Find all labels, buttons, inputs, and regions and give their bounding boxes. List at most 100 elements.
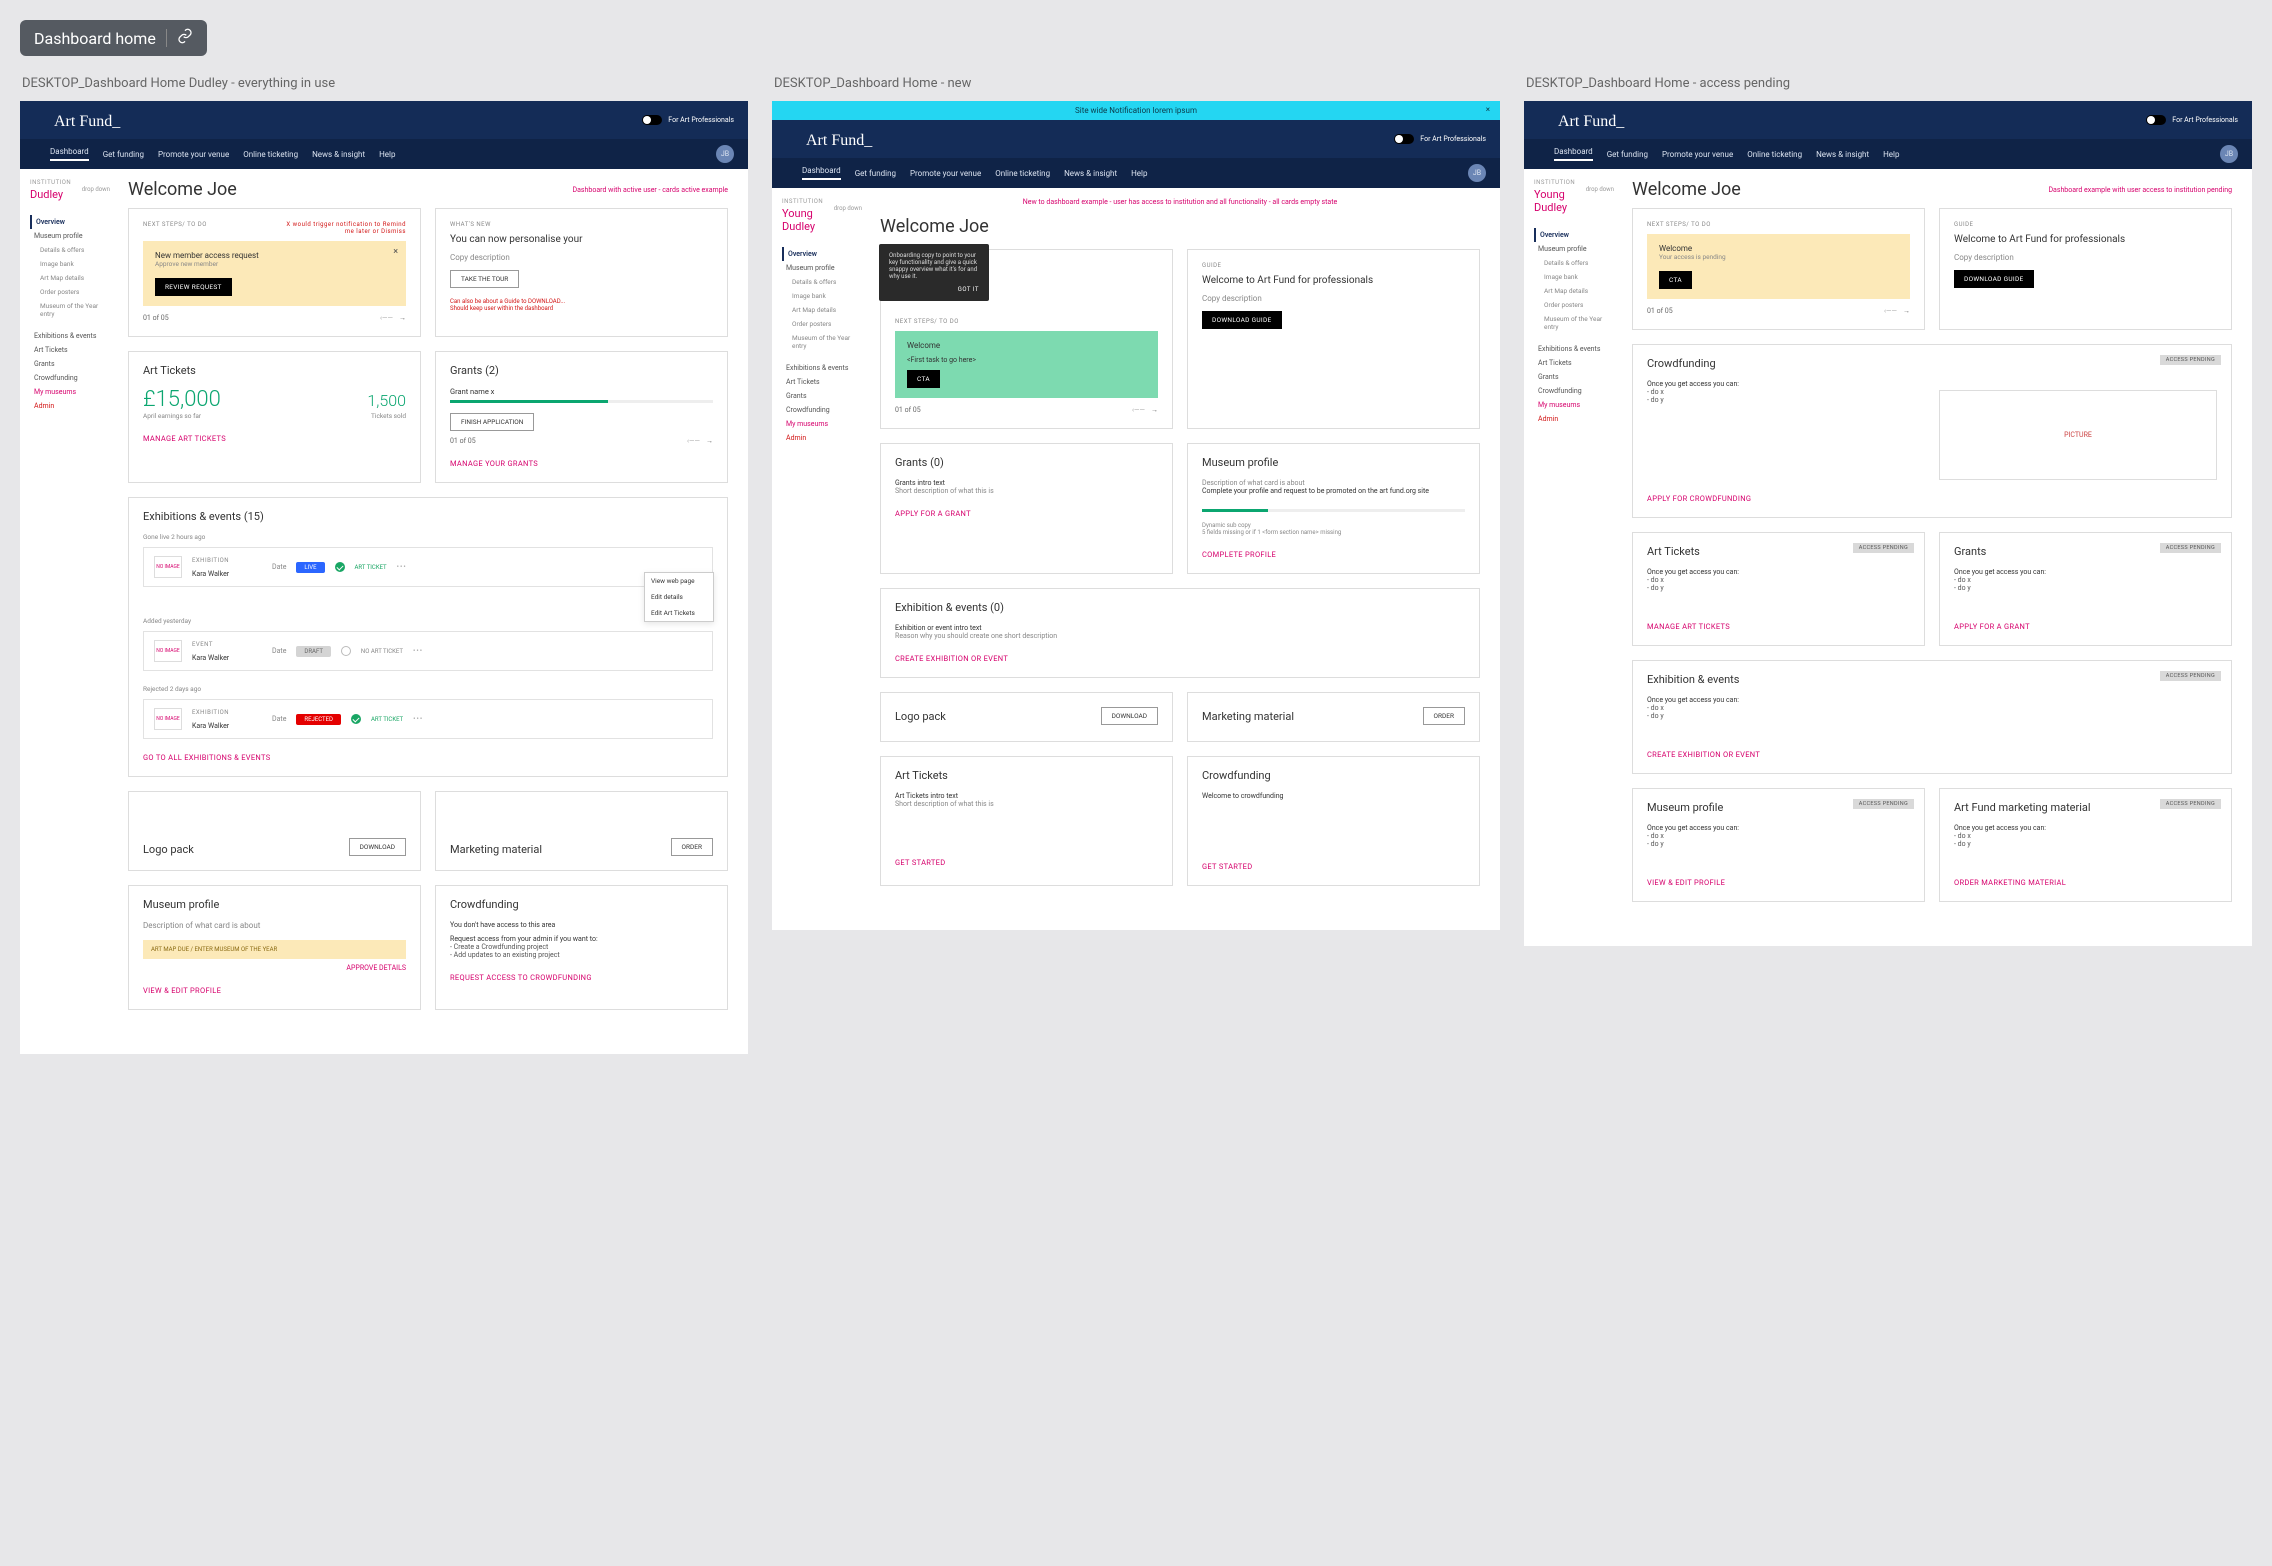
manage-tickets-link[interactable]: MANAGE ART TICKETS — [1647, 622, 1910, 631]
sidebar-sub-moty[interactable]: Museum of the Year entry — [30, 299, 110, 321]
sidebar-admin[interactable]: Admin — [1534, 412, 1614, 426]
download-guide-button[interactable]: DOWNLOAD GUIDE — [1954, 270, 2034, 288]
all-exhibitions-link[interactable]: GO TO ALL EXHIBITIONS & EVENTS — [143, 753, 713, 762]
sidebar-sub-details[interactable]: Details & offers — [1534, 256, 1614, 270]
create-exhibition-link[interactable]: CREATE EXHIBITION OR EVENT — [1647, 750, 2217, 759]
download-guide-button[interactable]: DOWNLOAD GUIDE — [1202, 311, 1282, 329]
sidebar-profile[interactable]: Museum profile — [782, 261, 862, 275]
get-started-link[interactable]: GET STARTED — [895, 858, 1158, 867]
order-button[interactable]: ORDER — [671, 838, 713, 856]
cta-button[interactable]: CTA — [1659, 271, 1692, 289]
nav-news[interactable]: News & insight — [312, 150, 365, 159]
order-marketing-link[interactable]: ORDER MARKETING MATERIAL — [1954, 878, 2217, 887]
sidebar-sub-moty[interactable]: Museum of the Year entry — [1534, 312, 1614, 334]
pager-prev-icon[interactable]: ‹—— — [380, 314, 393, 322]
brand-logo[interactable]: Art Fund_ — [1538, 109, 2238, 139]
sidebar-sub-image[interactable]: Image bank — [30, 257, 110, 271]
approve-details-link[interactable]: APPROVE DETAILS — [346, 964, 406, 972]
view-profile-link[interactable]: VIEW & EDIT PROFILE — [143, 986, 406, 995]
nav-help[interactable]: Help — [379, 150, 395, 159]
pager-prev-icon[interactable]: ‹—— — [1884, 307, 1897, 315]
menu-edit[interactable]: Edit details — [645, 589, 713, 605]
nav-promote[interactable]: Promote your venue — [910, 169, 981, 178]
cta-button[interactable]: CTA — [907, 370, 940, 388]
nav-help[interactable]: Help — [1131, 169, 1147, 178]
role-toggle[interactable] — [1394, 134, 1414, 144]
pager-next-icon[interactable]: → — [706, 437, 713, 445]
institution-dropdown[interactable]: drop down — [1586, 186, 1614, 193]
sidebar-overview[interactable]: Overview — [1534, 228, 1614, 242]
get-started-link[interactable]: GET STARTED — [1202, 862, 1465, 871]
sidebar-sub-artmap[interactable]: Art Map details — [782, 303, 862, 317]
sidebar-tickets[interactable]: Art Tickets — [782, 375, 862, 389]
apply-grant-link[interactable]: APPLY FOR A GRANT — [1954, 622, 2217, 631]
menu-view[interactable]: View web page — [645, 573, 713, 589]
pager-prev-icon[interactable]: ‹—— — [1132, 406, 1145, 414]
complete-profile-link[interactable]: COMPLETE PROFILE — [1202, 550, 1465, 559]
nav-dashboard[interactable]: Dashboard — [1554, 147, 1593, 161]
sidebar-admin[interactable]: Admin — [30, 399, 110, 413]
nav-dashboard[interactable]: Dashboard — [802, 166, 841, 180]
nav-funding[interactable]: Get funding — [103, 150, 144, 159]
menu-tickets[interactable]: Edit Art Tickets — [645, 605, 713, 621]
sidebar-sub-artmap[interactable]: Art Map details — [1534, 284, 1614, 298]
sidebar-sub-image[interactable]: Image bank — [1534, 270, 1614, 284]
create-exhibition-link[interactable]: CREATE EXHIBITION OR EVENT — [895, 654, 1465, 663]
event-row[interactable]: NO IMAGE EVENT Kara Walker Date DRAFT NO… — [143, 631, 713, 671]
sidebar-sub-artmap[interactable]: Art Map details — [30, 271, 110, 285]
nav-promote[interactable]: Promote your venue — [158, 150, 229, 159]
sidebar-overview[interactable]: Overview — [782, 247, 862, 261]
sidebar-overview[interactable]: Overview — [30, 215, 110, 229]
brand-logo[interactable]: Art Fund_ — [786, 128, 1486, 158]
view-profile-link[interactable]: VIEW & EDIT PROFILE — [1647, 878, 1910, 887]
sidebar-my-museums[interactable]: My museums — [1534, 398, 1614, 412]
sidebar-my-museums[interactable]: My museums — [30, 385, 110, 399]
sidebar-crowd[interactable]: Crowdfunding — [30, 371, 110, 385]
take-tour-button[interactable]: TAKE THE TOUR — [450, 270, 519, 288]
nav-news[interactable]: News & insight — [1064, 169, 1117, 178]
role-toggle[interactable] — [642, 115, 662, 125]
request-access-link[interactable]: REQUEST ACCESS TO CROWDFUNDING — [450, 973, 713, 982]
avatar[interactable]: JB — [716, 145, 734, 163]
nav-help[interactable]: Help — [1883, 150, 1899, 159]
sidebar-my-museums[interactable]: My museums — [782, 417, 862, 431]
link-icon[interactable] — [177, 28, 193, 48]
role-toggle[interactable] — [2146, 115, 2166, 125]
sidebar-exhibitions[interactable]: Exhibitions & events — [30, 329, 110, 343]
order-button[interactable]: ORDER — [1423, 707, 1465, 725]
sidebar-admin[interactable]: Admin — [782, 431, 862, 445]
sidebar-sub-posters[interactable]: Order posters — [782, 317, 862, 331]
pager-next-icon[interactable]: → — [1903, 307, 1910, 315]
got-it-button[interactable]: GOT IT — [889, 286, 979, 293]
review-request-button[interactable]: REVIEW REQUEST — [155, 278, 232, 296]
more-icon[interactable]: ••• — [413, 715, 423, 723]
nav-promote[interactable]: Promote your venue — [1662, 150, 1733, 159]
more-icon[interactable]: ••• — [397, 563, 407, 571]
sidebar-exhibitions[interactable]: Exhibitions & events — [1534, 342, 1614, 356]
avatar[interactable]: JB — [1468, 164, 1486, 182]
sidebar-profile[interactable]: Museum profile — [1534, 242, 1614, 256]
sidebar-exhibitions[interactable]: Exhibitions & events — [782, 361, 862, 375]
sidebar-sub-details[interactable]: Details & offers — [30, 243, 110, 257]
exhibition-row[interactable]: NO IMAGE EXHIBITION Kara Walker Date LIV… — [143, 547, 713, 587]
close-icon[interactable]: × — [1486, 105, 1490, 114]
avatar[interactable]: JB — [2220, 145, 2238, 163]
sidebar-grants[interactable]: Grants — [30, 357, 110, 371]
nav-ticketing[interactable]: Online ticketing — [995, 169, 1050, 178]
nav-ticketing[interactable]: Online ticketing — [1747, 150, 1802, 159]
pager-next-icon[interactable]: → — [399, 314, 406, 322]
manage-grants-link[interactable]: MANAGE YOUR GRANTS — [450, 459, 713, 468]
brand-logo[interactable]: Art Fund_ — [34, 109, 734, 139]
download-button[interactable]: DOWNLOAD — [349, 838, 406, 856]
nav-ticketing[interactable]: Online ticketing — [243, 150, 298, 159]
nav-news[interactable]: News & insight — [1816, 150, 1869, 159]
institution-dropdown[interactable]: drop down — [834, 205, 862, 212]
manage-tickets-link[interactable]: MANAGE ART TICKETS — [143, 434, 406, 443]
download-button[interactable]: DOWNLOAD — [1101, 707, 1158, 725]
nav-dashboard[interactable]: Dashboard — [50, 147, 89, 161]
apply-grant-link[interactable]: APPLY FOR A GRANT — [895, 509, 1158, 518]
sidebar-grants[interactable]: Grants — [782, 389, 862, 403]
pager-next-icon[interactable]: → — [1151, 406, 1158, 414]
sidebar-tickets[interactable]: Art Tickets — [30, 343, 110, 357]
institution-dropdown[interactable]: drop down — [82, 186, 110, 193]
